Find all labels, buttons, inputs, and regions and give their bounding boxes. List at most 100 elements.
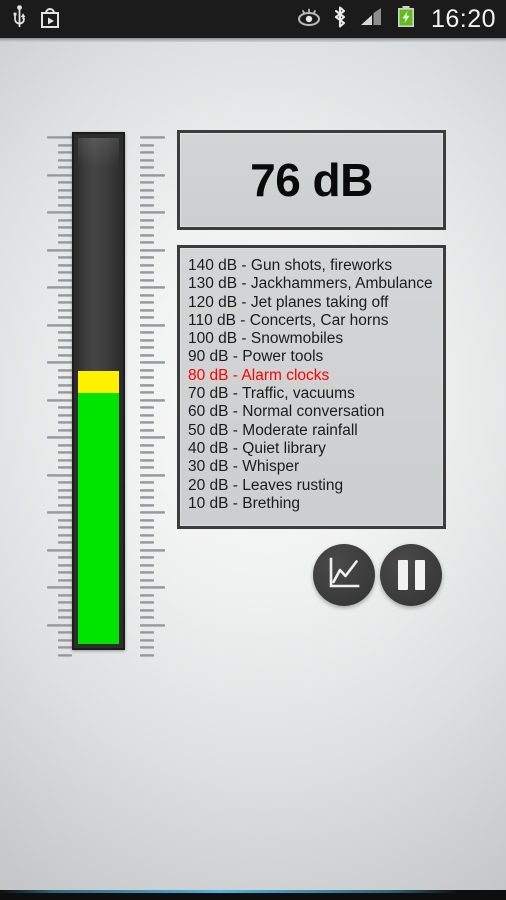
scale-tick-major xyxy=(140,473,165,477)
scale-tick-minor xyxy=(140,368,154,372)
graph-button[interactable] xyxy=(313,544,375,606)
scale-tick-major xyxy=(47,286,72,289)
scale-tick-minor xyxy=(58,458,72,462)
list-item: 30 dB - Whisper xyxy=(188,458,300,476)
scale-tick-minor xyxy=(140,316,154,319)
scale-tick-minor xyxy=(58,278,72,282)
scale-tick-minor xyxy=(140,488,154,492)
scale-tick-minor xyxy=(58,578,72,582)
pause-bar-left xyxy=(397,560,408,590)
scale-tick-minor xyxy=(140,413,154,417)
scale-tick-minor xyxy=(58,331,72,334)
scale-tick-minor xyxy=(58,241,72,244)
scale-tick-minor xyxy=(140,188,154,192)
scale-tick-minor xyxy=(58,466,72,469)
status-bar-shadow xyxy=(0,38,506,42)
scale-tick-minor xyxy=(58,496,72,499)
scale-tick-minor xyxy=(140,556,154,559)
eye-off-icon xyxy=(297,7,321,32)
list-item: 20 dB - Leaves rusting xyxy=(188,476,344,494)
scale-tick-minor xyxy=(140,421,154,424)
battery-charging-icon xyxy=(396,5,416,34)
scale-tick-minor xyxy=(58,196,72,199)
scale-tick-minor xyxy=(140,593,154,597)
list-item: 110 dB - Concerts, Car horns xyxy=(188,311,389,329)
scale-tick-major xyxy=(47,511,72,514)
usb-icon xyxy=(12,4,27,34)
scale-tick-minor xyxy=(58,421,72,424)
scale-tick-minor xyxy=(58,166,72,169)
list-item: 40 dB - Quiet library xyxy=(188,439,326,457)
scale-tick-minor xyxy=(140,256,154,259)
scale-tick-minor xyxy=(58,391,72,394)
scale-tick-minor xyxy=(58,406,72,409)
bluetooth-icon xyxy=(332,5,348,34)
list-item: 90 dB - Power tools xyxy=(188,348,324,366)
scale-tick-major xyxy=(47,248,72,252)
scale-tick-minor xyxy=(140,143,154,147)
scale-tick-major xyxy=(47,473,72,477)
scale-tick-minor xyxy=(140,526,154,529)
scale-tick-minor xyxy=(140,241,154,244)
scale-tick-minor xyxy=(58,488,72,492)
scale-tick-major xyxy=(47,586,72,589)
nav-accent-line xyxy=(0,890,456,893)
scale-tick-minor xyxy=(58,218,72,222)
scale-tick-minor xyxy=(140,218,154,222)
scale-tick-minor xyxy=(58,593,72,597)
scale-tick-minor xyxy=(140,458,154,462)
sound-meter-app: 76 dB 140 dB - Gun shots, fireworks 130 d… xyxy=(0,42,506,890)
scale-tick-minor xyxy=(140,203,154,207)
android-navigation-bar[interactable] xyxy=(0,890,506,900)
scale-tick-minor xyxy=(58,301,72,304)
list-item: 50 dB - Moderate rainfall xyxy=(188,421,358,439)
scale-tick-minor xyxy=(58,376,72,379)
scale-tick-minor xyxy=(140,481,154,484)
list-item: 70 dB - Traffic, vacuums xyxy=(188,385,355,403)
scale-tick-minor xyxy=(58,413,72,417)
scale-tick-minor xyxy=(58,226,72,229)
scale-tick-minor xyxy=(58,338,72,342)
scale-tick-major xyxy=(140,173,165,177)
scale-tick-minor xyxy=(58,346,72,349)
scale-tick-minor xyxy=(140,346,154,349)
scale-tick-minor xyxy=(140,376,154,379)
scale-tick-major xyxy=(47,173,72,177)
scale-tick-major xyxy=(140,398,165,402)
pause-button[interactable] xyxy=(380,544,442,606)
meter-scale-right xyxy=(140,130,172,657)
scale-tick-minor xyxy=(140,571,154,574)
scale-tick-minor xyxy=(140,563,154,567)
scale-tick-minor xyxy=(58,151,72,154)
scale-tick-minor xyxy=(58,271,72,274)
scale-tick-minor xyxy=(58,608,72,612)
scale-tick-major xyxy=(47,436,72,439)
scale-tick-major xyxy=(140,586,165,589)
scale-tick-major xyxy=(47,136,72,139)
scale-tick-minor xyxy=(140,443,154,447)
line-chart-icon xyxy=(327,556,361,595)
pause-bar-right xyxy=(414,560,425,590)
scale-tick-major xyxy=(140,361,165,364)
scale-tick-minor xyxy=(140,353,154,357)
scale-tick-major xyxy=(140,211,165,214)
scale-tick-minor xyxy=(140,578,154,582)
scale-tick-minor xyxy=(140,308,154,312)
scale-tick-minor xyxy=(58,638,72,642)
scale-tick-major xyxy=(47,211,72,214)
android-status-bar[interactable]: 16:20 xyxy=(0,0,506,38)
scale-tick-minor xyxy=(58,368,72,372)
scale-tick-minor xyxy=(58,556,72,559)
scale-tick-major xyxy=(140,323,165,327)
scale-tick-minor xyxy=(58,518,72,522)
scale-tick-minor xyxy=(58,203,72,207)
scale-tick-minor xyxy=(140,263,154,267)
scale-tick-minor xyxy=(58,631,72,634)
meter-fill-yellow xyxy=(78,371,119,393)
meter-tube xyxy=(72,132,125,650)
scale-tick-minor xyxy=(140,608,154,612)
list-item: 60 dB - Normal conversation xyxy=(188,403,385,421)
list-item: 120 dB - Jet planes taking off xyxy=(188,293,389,311)
scale-tick-major xyxy=(140,136,165,139)
scale-tick-minor xyxy=(140,293,154,297)
